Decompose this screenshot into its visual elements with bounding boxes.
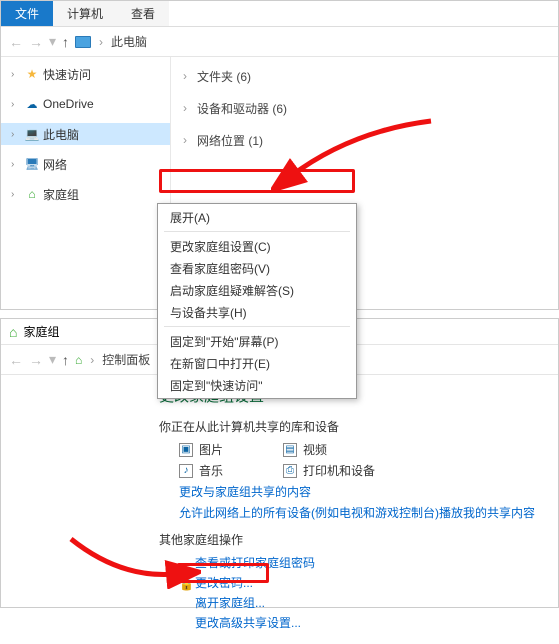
shared-label: 音乐 bbox=[199, 462, 223, 479]
shared-music: ♪ 音乐 bbox=[179, 462, 223, 479]
shared-pictures: ▣ 图片 bbox=[179, 441, 223, 458]
homegroup-icon: ⌂ bbox=[25, 187, 39, 201]
shared-label: 图片 bbox=[199, 441, 223, 458]
crumb-control-panel[interactable]: 控制面板 bbox=[102, 351, 150, 368]
crumb-sep: › bbox=[99, 35, 103, 49]
menu-expand[interactable]: 展开(A) bbox=[158, 206, 356, 228]
window-title: 家庭组 bbox=[23, 323, 59, 340]
shared-label: 打印机和设备 bbox=[303, 462, 375, 479]
chevron-icon: › bbox=[11, 159, 21, 170]
group-label: 设备和驱动器 (6) bbox=[197, 100, 287, 117]
tree-network[interactable]: › 🖥 网络 bbox=[1, 153, 170, 175]
shared-videos: ▤ 视频 bbox=[283, 441, 327, 458]
settings-icon bbox=[179, 617, 191, 629]
chevron-icon: › bbox=[183, 133, 191, 147]
key-icon bbox=[179, 557, 191, 569]
homegroup-icon: ⌂ bbox=[75, 353, 82, 367]
group-label: 网络位置 (1) bbox=[197, 132, 263, 149]
link-label: 更改密码... bbox=[195, 574, 253, 591]
nav-back-icon[interactable]: ← bbox=[9, 34, 23, 50]
printer-icon: ⎙ bbox=[283, 464, 297, 478]
menu-change-homegroup[interactable]: 更改家庭组设置(C) bbox=[158, 235, 356, 257]
tree-homegroup[interactable]: › ⌂ 家庭组 bbox=[1, 183, 170, 205]
shared-label: 视频 bbox=[303, 441, 327, 458]
menu-divider bbox=[164, 231, 350, 232]
link-leave-homegroup[interactable]: 离开家庭组... bbox=[179, 594, 558, 611]
link-label: 离开家庭组... bbox=[195, 594, 265, 611]
tree-label: 家庭组 bbox=[43, 186, 79, 203]
nav-fwd-icon[interactable]: → bbox=[29, 352, 43, 368]
menu-divider bbox=[164, 326, 350, 327]
chevron-icon: › bbox=[11, 69, 21, 80]
link-change-password[interactable]: 🔒 更改密码... bbox=[179, 574, 558, 591]
lock-icon: 🔒 bbox=[179, 577, 191, 589]
link-view-password[interactable]: 查看或打印家庭组密码 bbox=[179, 554, 558, 571]
pc-icon bbox=[75, 36, 91, 48]
tab-file[interactable]: 文件 bbox=[1, 1, 53, 26]
homegroup-icon: ⌂ bbox=[9, 324, 17, 340]
crumb-sep: › bbox=[90, 353, 94, 367]
chevron-icon: › bbox=[11, 129, 21, 140]
music-icon: ♪ bbox=[179, 464, 193, 478]
tree-quick-access[interactable]: › ★ 快速访问 bbox=[1, 63, 170, 85]
tree-label: 快速访问 bbox=[43, 66, 91, 83]
menu-troubleshoot[interactable]: 启动家庭组疑难解答(S) bbox=[158, 279, 356, 301]
nav-recent-icon[interactable]: ▾ bbox=[49, 33, 56, 50]
tree-this-pc[interactable]: › 💻 此电脑 bbox=[1, 123, 170, 145]
link-allow-devices[interactable]: 允许此网络上的所有设备(例如电视和游戏控制台)播放我的共享内容 bbox=[179, 504, 558, 521]
nav-up-icon[interactable]: ↑ bbox=[62, 34, 69, 50]
link-advanced-sharing[interactable]: 更改高级共享设置... bbox=[179, 614, 558, 631]
link-label: 查看或打印家庭组密码 bbox=[195, 554, 315, 571]
leave-icon bbox=[179, 597, 191, 609]
tree-label: OneDrive bbox=[43, 97, 94, 111]
section-sharing-label: 你正在从此计算机共享的库和设备 bbox=[159, 418, 558, 435]
chevron-icon: › bbox=[11, 189, 21, 200]
pictures-icon: ▣ bbox=[179, 443, 193, 457]
nav-up-icon[interactable]: ↑ bbox=[62, 352, 69, 368]
shared-printers: ⎙ 打印机和设备 bbox=[283, 462, 375, 479]
nav-fwd-icon[interactable]: → bbox=[29, 34, 43, 50]
chevron-icon: › bbox=[183, 101, 191, 115]
videos-icon: ▤ bbox=[283, 443, 297, 457]
cloud-icon: ☁ bbox=[25, 97, 39, 111]
chevron-icon: › bbox=[183, 69, 191, 83]
group-netloc[interactable]: › 网络位置 (1) bbox=[183, 129, 546, 151]
pc-icon: 💻 bbox=[25, 127, 39, 141]
menu-view-password[interactable]: 查看家庭组密码(V) bbox=[158, 257, 356, 279]
tree-label: 网络 bbox=[43, 156, 67, 173]
nav-back-icon[interactable]: ← bbox=[9, 352, 23, 368]
menu-pin-quick[interactable]: 固定到"快速访问" bbox=[158, 374, 356, 396]
section-other-ops: 其他家庭组操作 bbox=[159, 531, 558, 548]
link-label: 更改高级共享设置... bbox=[195, 614, 301, 631]
tab-view[interactable]: 查看 bbox=[117, 1, 169, 26]
nav-tree: › ★ 快速访问 › ☁ OneDrive › 💻 此电脑 › 🖥 网络 bbox=[1, 57, 171, 309]
context-menu: 展开(A) 更改家庭组设置(C) 查看家庭组密码(V) 启动家庭组疑难解答(S)… bbox=[157, 203, 357, 399]
tab-computer[interactable]: 计算机 bbox=[53, 1, 117, 26]
group-folders[interactable]: › 文件夹 (6) bbox=[183, 65, 546, 87]
menu-share-devices[interactable]: 与设备共享(H) bbox=[158, 301, 356, 323]
network-icon: 🖥 bbox=[25, 157, 39, 171]
menu-new-window[interactable]: 在新窗口中打开(E) bbox=[158, 352, 356, 374]
link-change-shared[interactable]: 更改与家庭组共享的内容 bbox=[179, 483, 558, 500]
nav-recent-icon[interactable]: ▾ bbox=[49, 351, 56, 368]
tree-onedrive[interactable]: › ☁ OneDrive bbox=[1, 93, 170, 115]
star-icon: ★ bbox=[25, 67, 39, 81]
group-devices[interactable]: › 设备和驱动器 (6) bbox=[183, 97, 546, 119]
chevron-icon: › bbox=[11, 99, 21, 110]
group-label: 文件夹 (6) bbox=[197, 68, 251, 85]
menu-pin-start[interactable]: 固定到"开始"屏幕(P) bbox=[158, 330, 356, 352]
tree-label: 此电脑 bbox=[43, 126, 79, 143]
address-location[interactable]: 此电脑 bbox=[111, 33, 147, 50]
